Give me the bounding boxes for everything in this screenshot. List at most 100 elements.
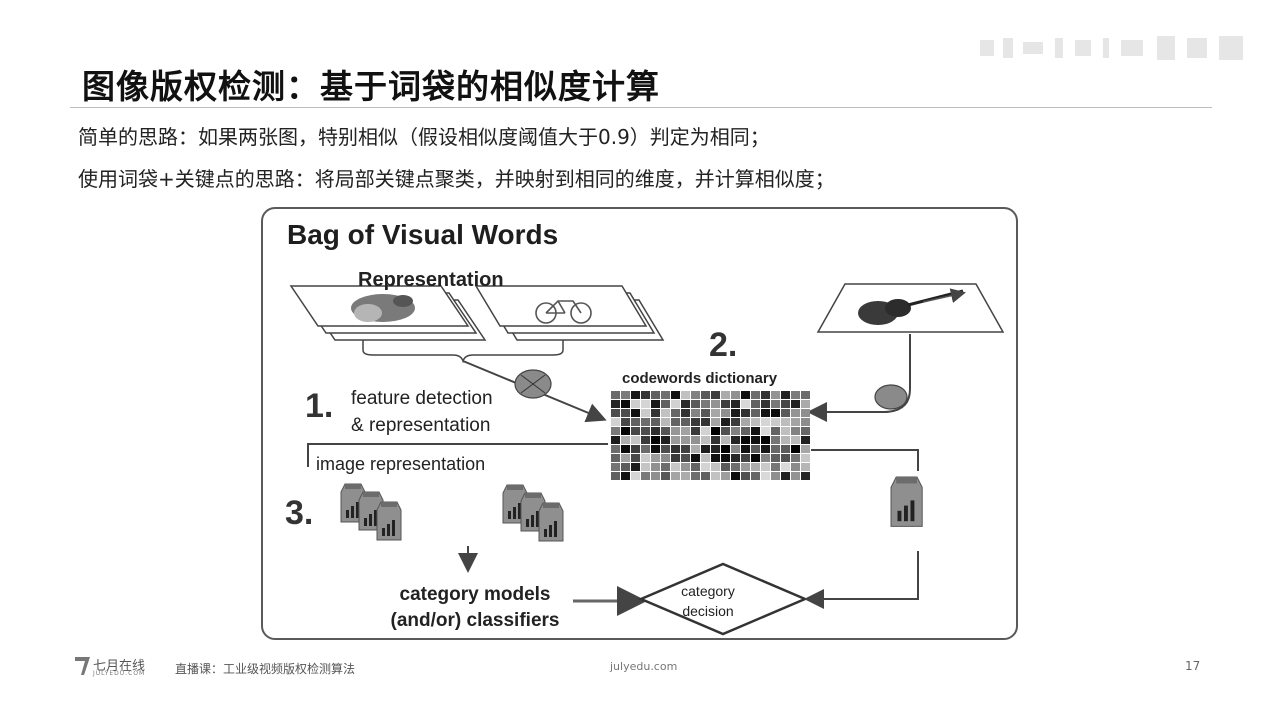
- codeword-patch: [661, 454, 670, 462]
- codeword-patch: [741, 454, 750, 462]
- codeword-patch: [771, 427, 780, 435]
- codeword-patch: [681, 409, 690, 417]
- codeword-patch: [731, 463, 740, 471]
- codeword-patch: [661, 409, 670, 417]
- codeword-patch: [621, 418, 630, 426]
- codeword-patch: [631, 427, 640, 435]
- codeword-patch: [641, 454, 650, 462]
- codeword-patch: [681, 463, 690, 471]
- codeword-patch: [671, 418, 680, 426]
- codeword-patch: [641, 400, 650, 408]
- bag-of-visual-words-figure: Bag of Visual Words Representation 1. 2.…: [261, 207, 1018, 640]
- codeword-patch: [801, 454, 810, 462]
- codeword-patch: [721, 454, 730, 462]
- codeword-patch: [671, 409, 680, 417]
- codeword-patch: [711, 445, 720, 453]
- codeword-patch: [751, 400, 760, 408]
- codeword-patch: [691, 418, 700, 426]
- codeword-patch: [771, 445, 780, 453]
- codeword-patch: [731, 445, 740, 453]
- codeword-patch: [701, 472, 710, 480]
- codeword-patch: [721, 472, 730, 480]
- image-stack-middle: [474, 285, 665, 341]
- codeword-patch: [631, 391, 640, 399]
- codeword-patch: [751, 454, 760, 462]
- codeword-patch: [721, 400, 730, 408]
- codeword-patch: [641, 463, 650, 471]
- codeword-patch: [611, 418, 620, 426]
- codeword-patch: [751, 418, 760, 426]
- codeword-patch: [721, 436, 730, 444]
- codeword-patch: [621, 391, 630, 399]
- codeword-patch: [661, 427, 670, 435]
- codeword-patch: [631, 472, 640, 480]
- footer-brand-sub: JULYEDU.COM: [93, 670, 146, 677]
- codeword-patch: [801, 400, 810, 408]
- codeword-patch: [651, 463, 660, 471]
- codeword-patch: [791, 400, 800, 408]
- codeword-patch: [801, 463, 810, 471]
- codeword-patch: [791, 454, 800, 462]
- footer-site: julyedu.com: [610, 660, 678, 673]
- codeword-patch: [781, 445, 790, 453]
- codeword-patch: [771, 463, 780, 471]
- codeword-patch: [731, 391, 740, 399]
- codeword-patch: [801, 427, 810, 435]
- codeword-patch: [691, 436, 700, 444]
- codeword-patch: [791, 427, 800, 435]
- watermark-logo: [980, 36, 1243, 60]
- codeword-patch: [651, 445, 660, 453]
- codeword-patch: [761, 427, 770, 435]
- codeword-patch: [691, 400, 700, 408]
- codeword-patch: [791, 463, 800, 471]
- codeword-patch: [621, 454, 630, 462]
- codeword-patch: [761, 445, 770, 453]
- codeword-patch: [681, 391, 690, 399]
- codeword-patch: [621, 427, 630, 435]
- codeword-patch: [621, 472, 630, 480]
- codeword-patch: [691, 463, 700, 471]
- codeword-patch: [761, 436, 770, 444]
- feature-ellipse: [514, 369, 552, 399]
- codeword-patch: [681, 445, 690, 453]
- codeword-patch: [661, 445, 670, 453]
- codeword-patch: [741, 400, 750, 408]
- codeword-patch: [741, 472, 750, 480]
- step-1-number: 1.: [305, 387, 334, 425]
- codeword-patch: [731, 436, 740, 444]
- codeword-patch: [761, 409, 770, 417]
- codeword-patch: [671, 400, 680, 408]
- codeword-patch: [691, 427, 700, 435]
- codeword-patch: [791, 418, 800, 426]
- codeword-patch: [661, 463, 670, 471]
- codeword-patch: [731, 418, 740, 426]
- codeword-patch: [621, 436, 630, 444]
- codeword-patch: [701, 445, 710, 453]
- bullet-bag-of-words-approach: 使用词袋+关键点的思路：将局部关键点聚类，并映射到相同的维度，并计算相似度；: [78, 167, 835, 191]
- codeword-patch: [651, 454, 660, 462]
- codeword-patch: [681, 472, 690, 480]
- codeword-patch: [741, 463, 750, 471]
- codeword-patch: [681, 400, 690, 408]
- title-divider: [70, 107, 1212, 108]
- codeword-patch: [711, 436, 720, 444]
- page-number: 17: [1185, 659, 1201, 673]
- codeword-patch: [611, 409, 620, 417]
- codeword-patch: [791, 409, 800, 417]
- codeword-patch: [781, 436, 790, 444]
- codeword-patch: [761, 454, 770, 462]
- codeword-patch: [701, 391, 710, 399]
- codeword-patch: [671, 472, 680, 480]
- codeword-patch: [631, 400, 640, 408]
- codeword-patch: [621, 445, 630, 453]
- codeword-patch: [741, 427, 750, 435]
- codeword-patch: [671, 391, 680, 399]
- codeword-patch: [751, 427, 760, 435]
- category-models-line2: (and/or) classifiers: [390, 610, 560, 631]
- codeword-patch: [711, 418, 720, 426]
- bag-icon: [890, 476, 923, 527]
- codeword-patch: [801, 436, 810, 444]
- codeword-patch: [651, 391, 660, 399]
- codeword-patch: [771, 400, 780, 408]
- category-decision-line2: decision: [682, 603, 734, 619]
